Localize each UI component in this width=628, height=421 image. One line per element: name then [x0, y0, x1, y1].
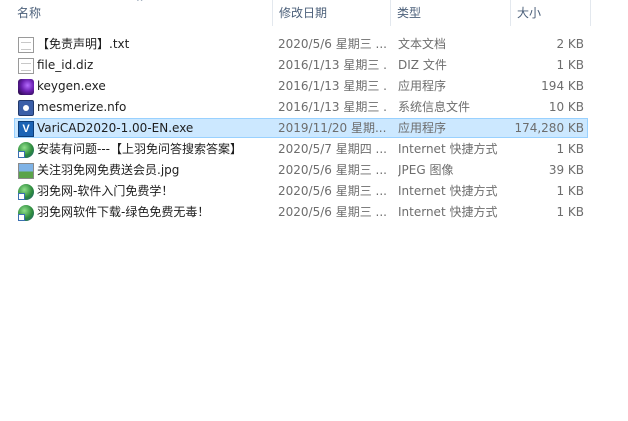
- file-size: 1 KB: [556, 205, 584, 219]
- internet-shortcut-icon: [18, 184, 34, 200]
- file-type: 系统信息文件: [398, 100, 471, 114]
- internet-shortcut-icon: [18, 205, 34, 221]
- file-type: DIZ 文件: [398, 58, 447, 72]
- jpeg-image-icon: [18, 163, 34, 179]
- column-header-bar: 名称 ^ 修改日期 类型 大小: [0, 0, 628, 26]
- file-name: keygen.exe: [37, 79, 106, 93]
- file-date: 2020/5/6 星期三 ...: [278, 184, 387, 198]
- file-size: 2 KB: [556, 37, 584, 51]
- file-date: 2016/1/13 星期三 ...: [278, 79, 388, 93]
- file-row[interactable]: 【免责声明】.txt 2020/5/6 星期三 ... 文本文档 2 KB: [14, 34, 588, 54]
- file-row[interactable]: 关注羽免网免费送会员.jpg 2020/5/6 星期三 ... JPEG 图像 …: [14, 160, 588, 180]
- file-name: 安装有问题---【上羽免问答搜索答案】: [37, 142, 242, 156]
- column-header-date[interactable]: 修改日期: [272, 0, 390, 26]
- file-name: file_id.diz: [37, 58, 94, 72]
- file-date: 2016/1/13 星期三 ...: [278, 100, 388, 114]
- file-size: 1 KB: [556, 58, 584, 72]
- keygen-app-icon: [18, 79, 34, 95]
- text-document-icon: [18, 37, 34, 53]
- file-row[interactable]: 羽免网-软件入门免费学！ 2020/5/6 星期三 ... Internet 快…: [14, 181, 588, 201]
- file-size: 174,280 KB: [514, 121, 584, 135]
- file-name: 羽免网-软件入门免费学！: [37, 184, 174, 198]
- file-type: 应用程序: [398, 121, 447, 135]
- file-date: 2020/5/7 星期四 ...: [278, 142, 387, 156]
- file-date: 2016/1/13 星期三 ...: [278, 58, 388, 72]
- file-type: 应用程序: [398, 79, 447, 93]
- file-date: 2020/5/6 星期三 ...: [278, 37, 387, 51]
- file-row[interactable]: keygen.exe 2016/1/13 星期三 ... 应用程序 194 KB: [14, 76, 588, 96]
- file-type: 文本文档: [398, 37, 447, 51]
- column-header-type[interactable]: 类型: [390, 0, 510, 26]
- file-row[interactable]: 安装有问题---【上羽免问答搜索答案】 2020/5/7 星期四 ... Int…: [14, 139, 588, 159]
- file-name: 关注羽免网免费送会员.jpg: [37, 163, 180, 177]
- file-size: 194 KB: [541, 79, 584, 93]
- file-row[interactable]: mesmerize.nfo 2016/1/13 星期三 ... 系统信息文件 1…: [14, 97, 588, 117]
- file-name: 羽免网软件下载-绿色免费无毒！: [37, 205, 210, 219]
- file-icon: [18, 58, 34, 74]
- file-size: 10 KB: [548, 100, 584, 114]
- file-type: Internet 快捷方式: [398, 184, 498, 198]
- system-info-icon: [18, 100, 34, 116]
- column-divider[interactable]: [590, 0, 591, 26]
- file-name: mesmerize.nfo: [37, 100, 127, 114]
- file-date: 2019/11/20 星期...: [278, 121, 387, 135]
- sort-ascending-icon: ^: [136, 0, 144, 8]
- file-size: 1 KB: [556, 184, 584, 198]
- internet-shortcut-icon: [18, 142, 34, 158]
- file-date: 2020/5/6 星期三 ...: [278, 163, 387, 177]
- file-type: JPEG 图像: [398, 163, 454, 177]
- column-header-size[interactable]: 大小: [510, 0, 590, 26]
- file-date: 2020/5/6 星期三 ...: [278, 205, 387, 219]
- file-size: 1 KB: [556, 142, 584, 156]
- file-row[interactable]: file_id.diz 2016/1/13 星期三 ... DIZ 文件 1 K…: [14, 55, 588, 75]
- file-row[interactable]: 羽免网软件下载-绿色免费无毒！ 2020/5/6 星期三 ... Interne…: [14, 202, 588, 222]
- file-name: 【免责声明】.txt: [37, 37, 130, 51]
- file-row-selected[interactable]: V VariCAD2020-1.00-EN.exe 2019/11/20 星期.…: [14, 118, 588, 138]
- file-type: Internet 快捷方式: [398, 205, 498, 219]
- file-type: Internet 快捷方式: [398, 142, 498, 156]
- file-size: 39 KB: [548, 163, 584, 177]
- file-name: VariCAD2020-1.00-EN.exe: [37, 121, 194, 135]
- varicad-app-icon: V: [18, 121, 34, 137]
